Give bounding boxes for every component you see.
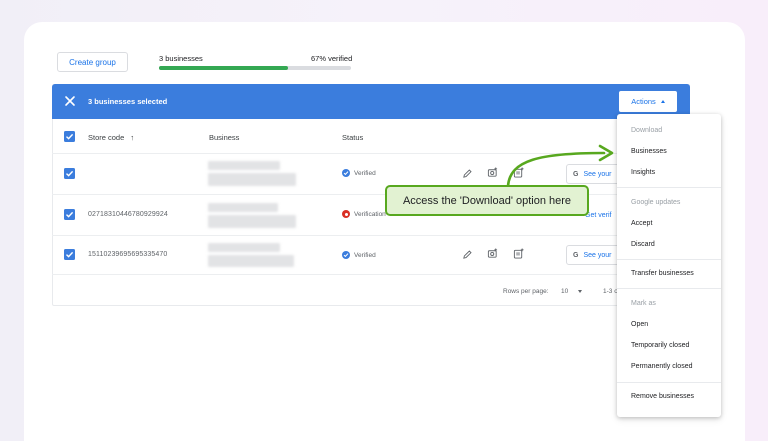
get-verified-label: Get verif	[585, 211, 612, 219]
menu-item-discard[interactable]: Discard	[631, 241, 655, 248]
close-icon[interactable]	[64, 95, 76, 107]
status-header: Status	[342, 133, 364, 142]
warning-icon	[342, 210, 350, 218]
menu-item-open[interactable]: Open	[631, 321, 648, 328]
menu-item-businesses[interactable]: Businesses	[631, 148, 667, 155]
business-address-blurred	[208, 215, 296, 228]
row-divider	[52, 235, 690, 236]
menu-header-download: Download	[631, 127, 663, 134]
status-text: Verified	[354, 251, 376, 259]
selection-count: 3 businesses selected	[88, 97, 168, 106]
google-g-icon: G	[573, 251, 579, 259]
menu-header-mark-as: Mark as	[631, 300, 656, 307]
add-photo-icon[interactable]	[487, 248, 498, 259]
pagination-range: 1-3 o	[603, 288, 618, 295]
rows-per-page-select[interactable]: 10	[561, 288, 583, 295]
status-badge: Verification	[342, 210, 386, 218]
business-name-blurred	[208, 243, 280, 252]
status-badge: Verified	[342, 169, 376, 177]
see-your-label: See your	[583, 251, 612, 259]
status-text: Verified	[354, 169, 376, 177]
actions-button[interactable]: Actions	[619, 91, 677, 112]
status-badge: Verified	[342, 251, 376, 259]
row-checkbox[interactable]	[64, 209, 75, 220]
see-your-profile-button[interactable]: G See your	[566, 245, 620, 265]
store-code: 15110239695695335470	[88, 251, 168, 258]
row-checkbox[interactable]	[64, 249, 75, 260]
business-address-blurred	[208, 173, 296, 186]
status-text: Verification	[354, 210, 386, 218]
store-code: 02718310446780929924	[88, 211, 168, 218]
menu-item-accept[interactable]: Accept	[631, 220, 652, 227]
actions-menu	[617, 114, 721, 417]
row-checkbox[interactable]	[64, 168, 75, 179]
get-verified-button[interactable]: Get verif	[585, 205, 620, 225]
menu-header-google-updates: Google updates	[631, 199, 681, 206]
menu-divider	[617, 288, 721, 289]
rows-per-page-value: 10	[561, 288, 569, 295]
business-header: Business	[209, 133, 240, 142]
verified-check-icon	[342, 251, 350, 259]
menu-item-transfer-businesses[interactable]: Transfer businesses	[631, 270, 694, 277]
add-post-icon[interactable]	[513, 248, 524, 259]
verification-progress-fill	[159, 66, 288, 70]
download-callout: Access the 'Download' option here	[385, 185, 589, 216]
row-divider	[52, 194, 690, 195]
menu-divider	[617, 187, 721, 188]
select-all-checkbox[interactable]	[64, 131, 75, 142]
menu-item-temporarily-closed[interactable]: Temporarily closed	[631, 342, 689, 349]
business-address-blurred	[208, 255, 294, 267]
menu-divider	[617, 259, 721, 260]
caret-down-icon	[578, 289, 583, 293]
store-code-header[interactable]: Store code ↑	[88, 133, 134, 142]
menu-item-remove-businesses[interactable]: Remove businesses	[631, 393, 694, 400]
annotation-arrow-icon	[506, 144, 614, 188]
sort-arrow-up-icon: ↑	[130, 133, 135, 142]
store-code-header-label: Store code	[88, 133, 125, 142]
verified-check-icon	[342, 169, 350, 177]
verification-progress-bar	[159, 66, 351, 70]
add-photo-icon[interactable]	[487, 167, 498, 178]
create-group-button[interactable]: Create group	[57, 52, 128, 72]
menu-divider	[617, 382, 721, 383]
actions-label: Actions	[631, 97, 656, 106]
edit-pencil-icon[interactable]	[462, 168, 473, 179]
business-count: 3 businesses	[159, 54, 203, 63]
caret-up-icon	[660, 100, 665, 103]
row-divider	[52, 274, 690, 275]
rows-per-page-label: Rows per page:	[503, 288, 549, 295]
menu-item-permanently-closed[interactable]: Permanently closed	[631, 363, 692, 370]
menu-item-insights[interactable]: Insights	[631, 169, 655, 176]
edit-pencil-icon[interactable]	[462, 249, 473, 260]
business-name-blurred	[208, 161, 280, 170]
verified-percent: 67% verified	[311, 54, 353, 63]
business-name-blurred	[208, 203, 278, 212]
